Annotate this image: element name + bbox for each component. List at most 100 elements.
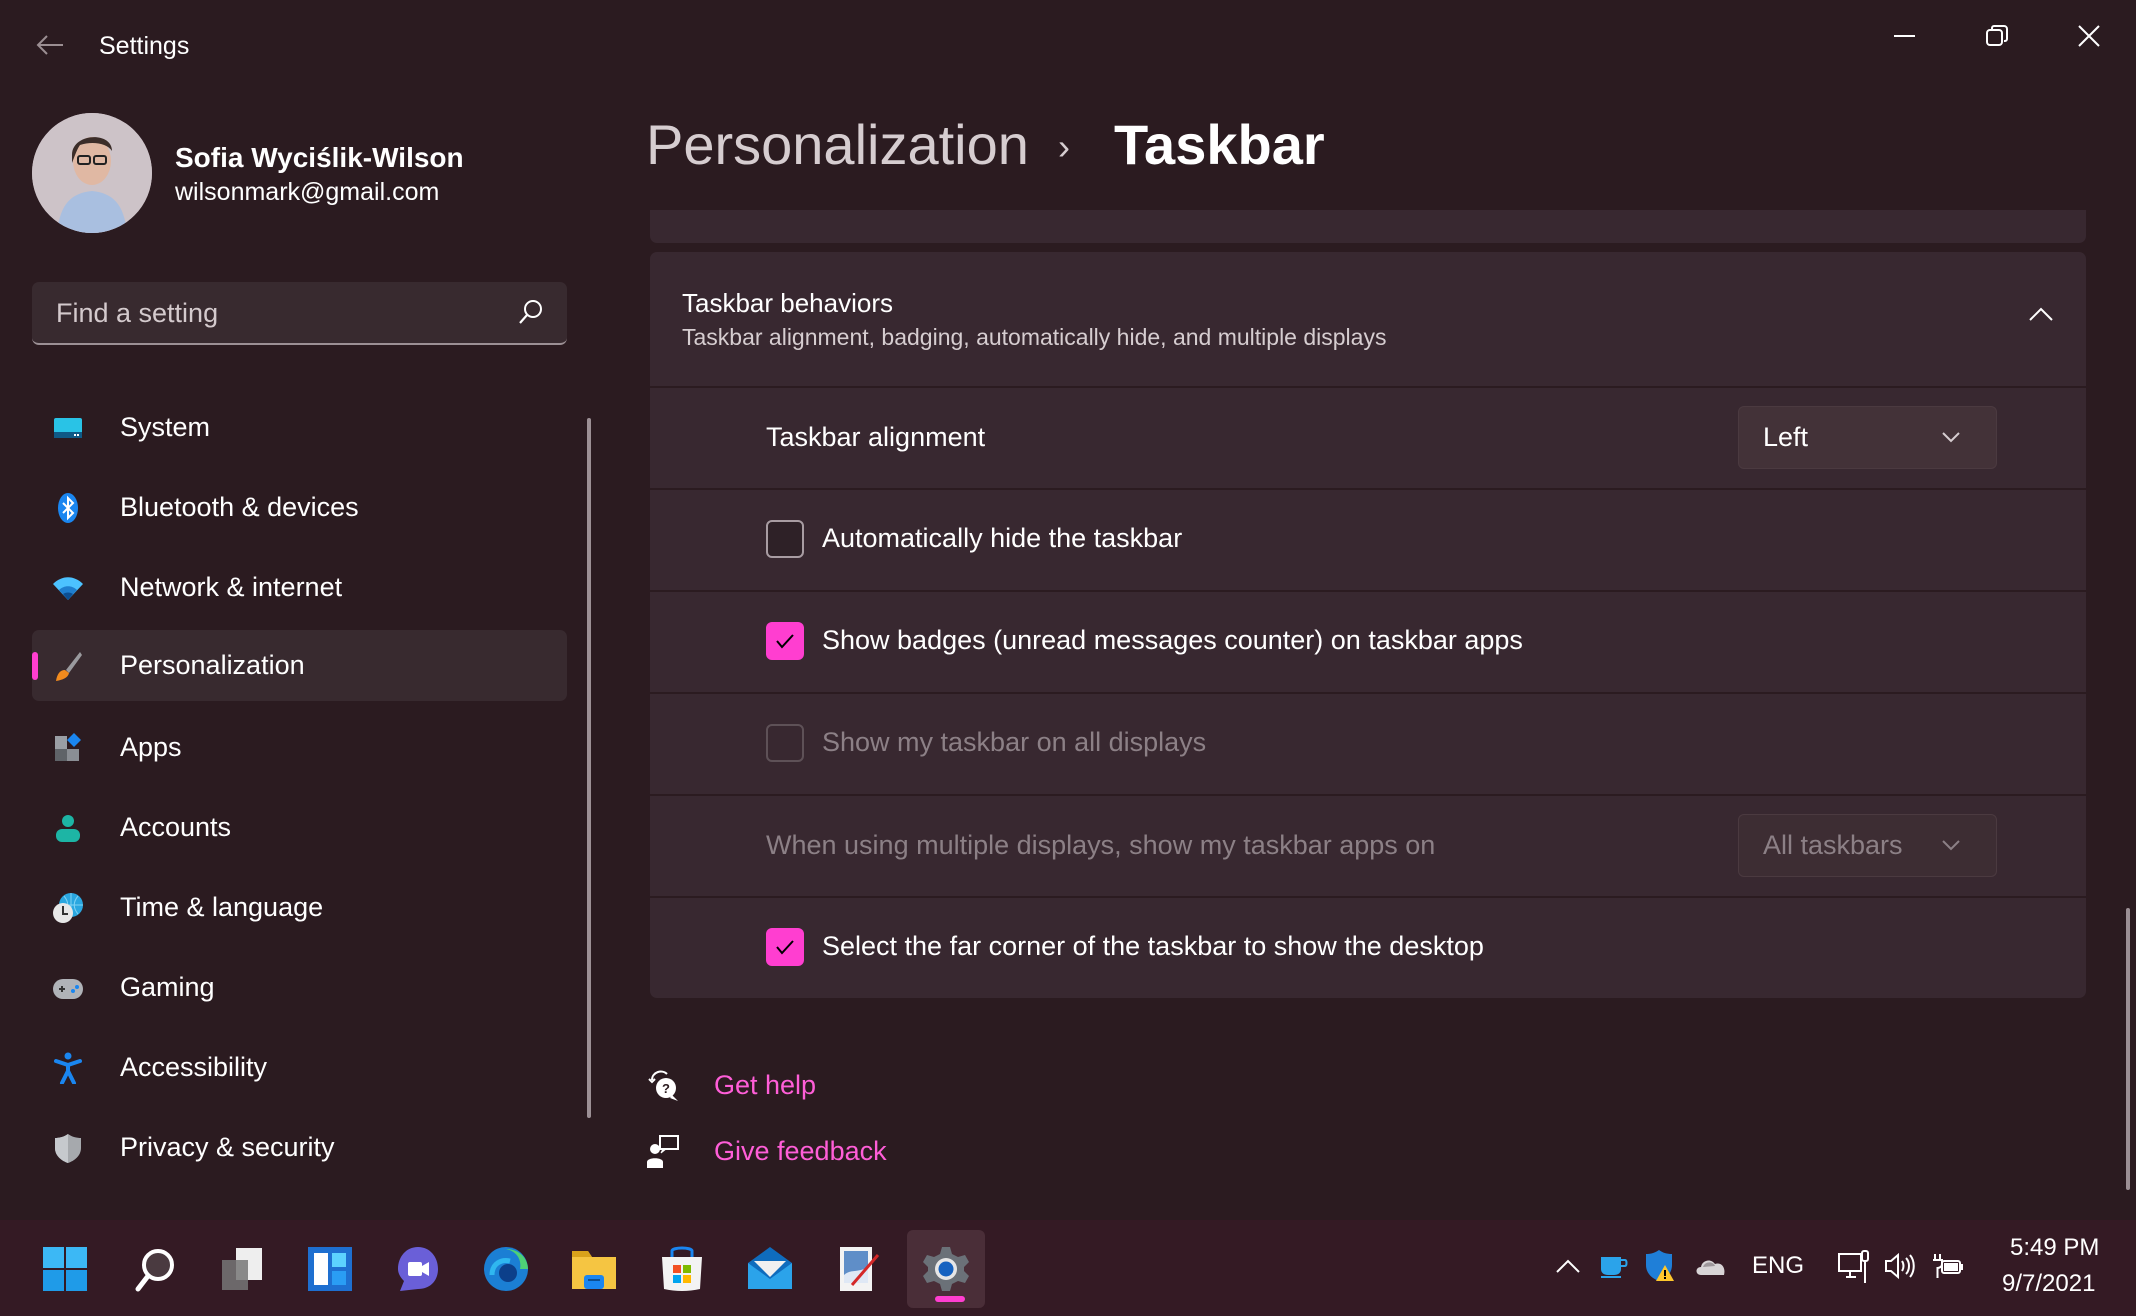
search-icon [135,1249,174,1292]
section-title: Taskbar behaviors [682,288,893,318]
taskbar-app-chat[interactable] [379,1230,457,1308]
task-view-icon [222,1248,262,1290]
help-icon: ? [648,1070,678,1101]
show-desktop-checkbox[interactable] [766,928,804,966]
auto-hide-checkbox[interactable] [766,520,804,558]
tray-caffeine[interactable] [1596,1246,1632,1286]
taskbar-app-task-view[interactable] [203,1230,281,1308]
previous-settings-card [650,210,2086,243]
sidebar-scrollbar[interactable] [587,418,591,1118]
profile-photo-icon [32,113,152,233]
restore-icon [1986,25,2008,46]
back-button[interactable] [30,30,70,66]
taskbar-alignment-dropdown[interactable]: Left [1738,406,1997,469]
sidebar-item-accessibility[interactable]: Accessibility [32,1032,567,1103]
checkbox-label[interactable]: Select the far corner of the taskbar to … [822,931,1484,962]
wifi-icon [53,577,83,600]
taskbar-app-widgets[interactable] [291,1230,369,1308]
sidebar-item-network[interactable]: Network & internet [32,552,567,623]
taskbar-app-edge[interactable] [467,1230,545,1308]
auto-hide-row: Automatically hide the taskbar [650,490,2086,590]
tray-battery[interactable] [1930,1246,1966,1286]
get-help-link[interactable]: Get help [714,1070,816,1101]
active-app-indicator [935,1296,965,1302]
checkbox-label[interactable]: Show badges (unread messages counter) on… [822,625,1523,656]
sidebar-item-label: Personalization [120,650,305,680]
sidebar-item-label: Accessibility [120,1052,268,1082]
close-icon [2078,25,2100,47]
feedback-icon [647,1135,679,1168]
sidebar-item-gaming[interactable]: Gaming [32,952,567,1023]
sidebar-item-label: Bluetooth & devices [120,492,359,522]
sidebar-item-system[interactable]: System [32,392,567,463]
system-icon [54,418,82,438]
tray-network[interactable] [1836,1246,1872,1286]
taskbar-behaviors-expander[interactable]: Taskbar behaviors Taskbar alignment, bad… [650,252,2086,386]
sidebar-item-bluetooth[interactable]: Bluetooth & devices [32,472,567,543]
multiple-displays-row: When using multiple displays, show my ta… [650,796,2086,896]
chevron-up-icon[interactable] [2028,304,2054,324]
language-indicator[interactable]: ENG [1752,1246,1804,1286]
multiple-displays-dropdown[interactable]: All taskbars [1738,814,1997,877]
sidebar-item-label: Privacy & security [120,1132,335,1162]
search-input[interactable] [54,282,498,344]
sidebar-item-personalization[interactable]: Personalization [32,630,567,701]
app-title: Settings [99,32,190,60]
widgets-icon [308,1247,352,1291]
avatar[interactable] [32,113,152,233]
sidebar-item-label: Network & internet [120,572,343,602]
clock-date[interactable]: 9/7/2021 [2002,1270,2095,1298]
taskbar-app-file-explorer[interactable] [555,1230,633,1308]
globe-clock-icon [53,893,83,923]
windows-start-icon [43,1247,87,1291]
section-subtitle: Taskbar alignment, badging, automaticall… [682,324,1387,350]
breadcrumb-parent[interactable]: Personalization [646,112,1029,177]
sidebar-item-label: Time & language [120,892,324,922]
give-feedback-link[interactable]: Give feedback [714,1136,887,1167]
user-email: wilsonmark@gmail.com [175,178,440,206]
tray-onedrive[interactable] [1690,1246,1730,1286]
taskbar-app-settings[interactable] [907,1230,985,1308]
checkmark-icon [776,634,794,649]
show-desktop-row: Select the far corner of the taskbar to … [650,898,2086,998]
sidebar-item-time-language[interactable]: Time & language [32,872,567,943]
clock-time[interactable]: 5:49 PM [2010,1234,2099,1262]
main-scrollbar[interactable] [2126,908,2130,1190]
sidebar-item-accounts[interactable]: Accounts [32,792,567,863]
taskbar-app-search[interactable] [115,1230,193,1308]
checkbox-label[interactable]: Automatically hide the taskbar [822,523,1182,554]
show-badges-row: Show badges (unread messages counter) on… [650,592,2086,692]
battery-charging-icon [1933,1254,1963,1278]
restore-button[interactable] [1962,10,2032,62]
tray-security[interactable] [1642,1246,1678,1286]
taskbar-app-paint[interactable] [819,1230,897,1308]
taskbar-app-mail[interactable] [731,1230,809,1308]
minimize-button[interactable] [1870,10,1940,62]
person-icon [56,815,80,842]
settings-gear-icon [923,1247,969,1291]
brush-icon [56,652,82,681]
apps-icon [55,733,81,761]
sidebar-item-privacy-security[interactable]: Privacy & security [32,1112,567,1183]
mail-icon [748,1247,792,1289]
gamepad-icon [53,979,83,999]
user-name: Sofia Wyciślik-Wilson [175,142,464,173]
page-title: Taskbar [1114,113,1325,176]
paint-icon [840,1247,880,1291]
onedrive-cloud-icon [1696,1260,1725,1275]
breadcrumb-separator: › [1058,126,1070,167]
close-button[interactable] [2054,10,2124,62]
sidebar-item-label: Accounts [120,812,232,842]
search-icon[interactable] [517,298,545,326]
taskbar-app-store[interactable] [643,1230,721,1308]
sidebar-item-apps[interactable]: Apps [32,712,567,783]
checkbox-label: Show my taskbar on all displays [822,727,1207,757]
all-displays-checkbox[interactable] [766,724,804,762]
show-hidden-icons-button[interactable] [1550,1246,1586,1286]
taskbar-alignment-row: Taskbar alignment Left [650,388,2086,488]
taskbar-app-start[interactable] [26,1230,104,1308]
coffee-cup-icon [1601,1257,1628,1278]
show-badges-checkbox[interactable] [766,622,804,660]
search-box[interactable] [32,282,567,345]
tray-volume[interactable] [1882,1246,1918,1286]
